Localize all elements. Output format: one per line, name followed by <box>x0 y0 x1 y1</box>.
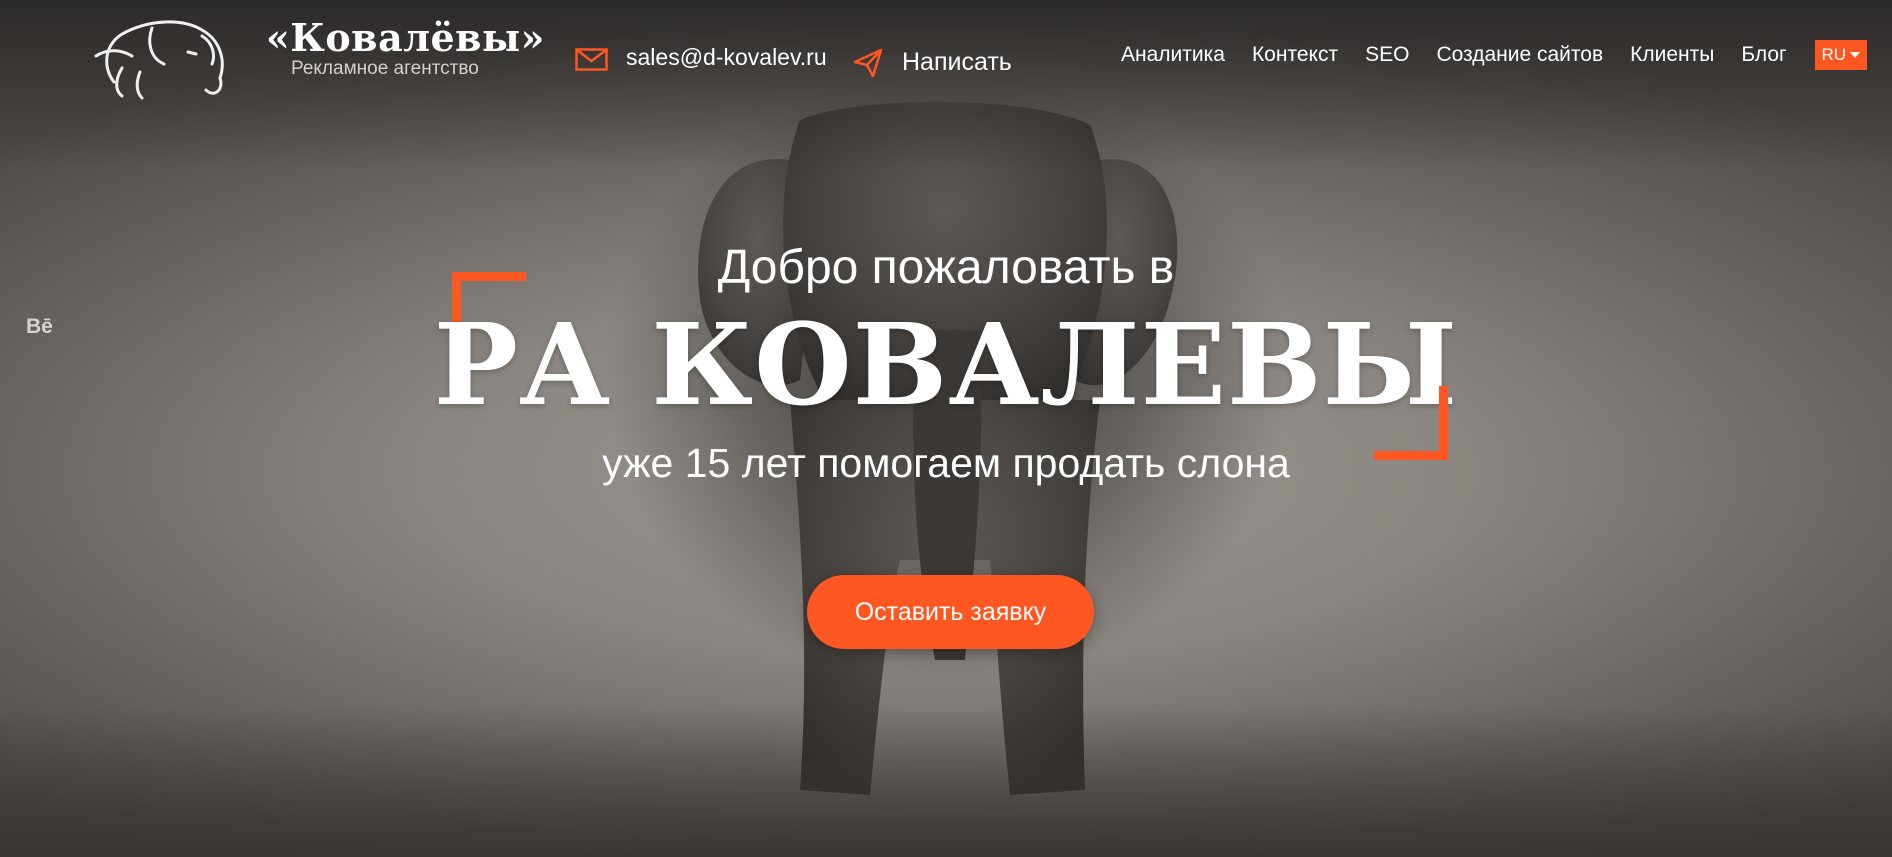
nav-item-context[interactable]: Контекст <box>1252 43 1338 67</box>
email-link[interactable]: sales@d-kovalev.ru <box>626 44 827 71</box>
hero-subtitle: уже 15 лет помогаем продать слона <box>602 440 1290 486</box>
mail-icon[interactable] <box>575 48 608 71</box>
elephant-logo-icon[interactable] <box>92 12 238 100</box>
brand-name[interactable]: «Ковалёвы» <box>266 16 545 60</box>
chevron-down-icon <box>1850 52 1860 58</box>
brand-tagline: Рекламное агентство <box>291 58 479 79</box>
submit-request-button[interactable]: Оставить заявку <box>807 575 1094 649</box>
nav-item-blog[interactable]: Блог <box>1741 43 1786 67</box>
main-nav: Аналитика Контекст SEO Создание сайтов К… <box>1121 40 1867 70</box>
nav-item-websites[interactable]: Создание сайтов <box>1436 43 1603 67</box>
write-button[interactable]: Написать <box>902 48 1012 77</box>
hero-welcome: Добро пожаловать в <box>717 241 1175 294</box>
ground-shade <box>0 707 1892 857</box>
language-label: RU <box>1821 45 1846 64</box>
nav-item-seo[interactable]: SEO <box>1365 43 1409 67</box>
send-icon[interactable] <box>853 48 883 78</box>
hero-title: РА КОВАЛЕВЫ <box>433 300 1459 431</box>
nav-item-clients[interactable]: Клиенты <box>1630 43 1714 67</box>
language-selector[interactable]: RU <box>1814 40 1867 70</box>
nav-item-analytics[interactable]: Аналитика <box>1121 43 1225 67</box>
